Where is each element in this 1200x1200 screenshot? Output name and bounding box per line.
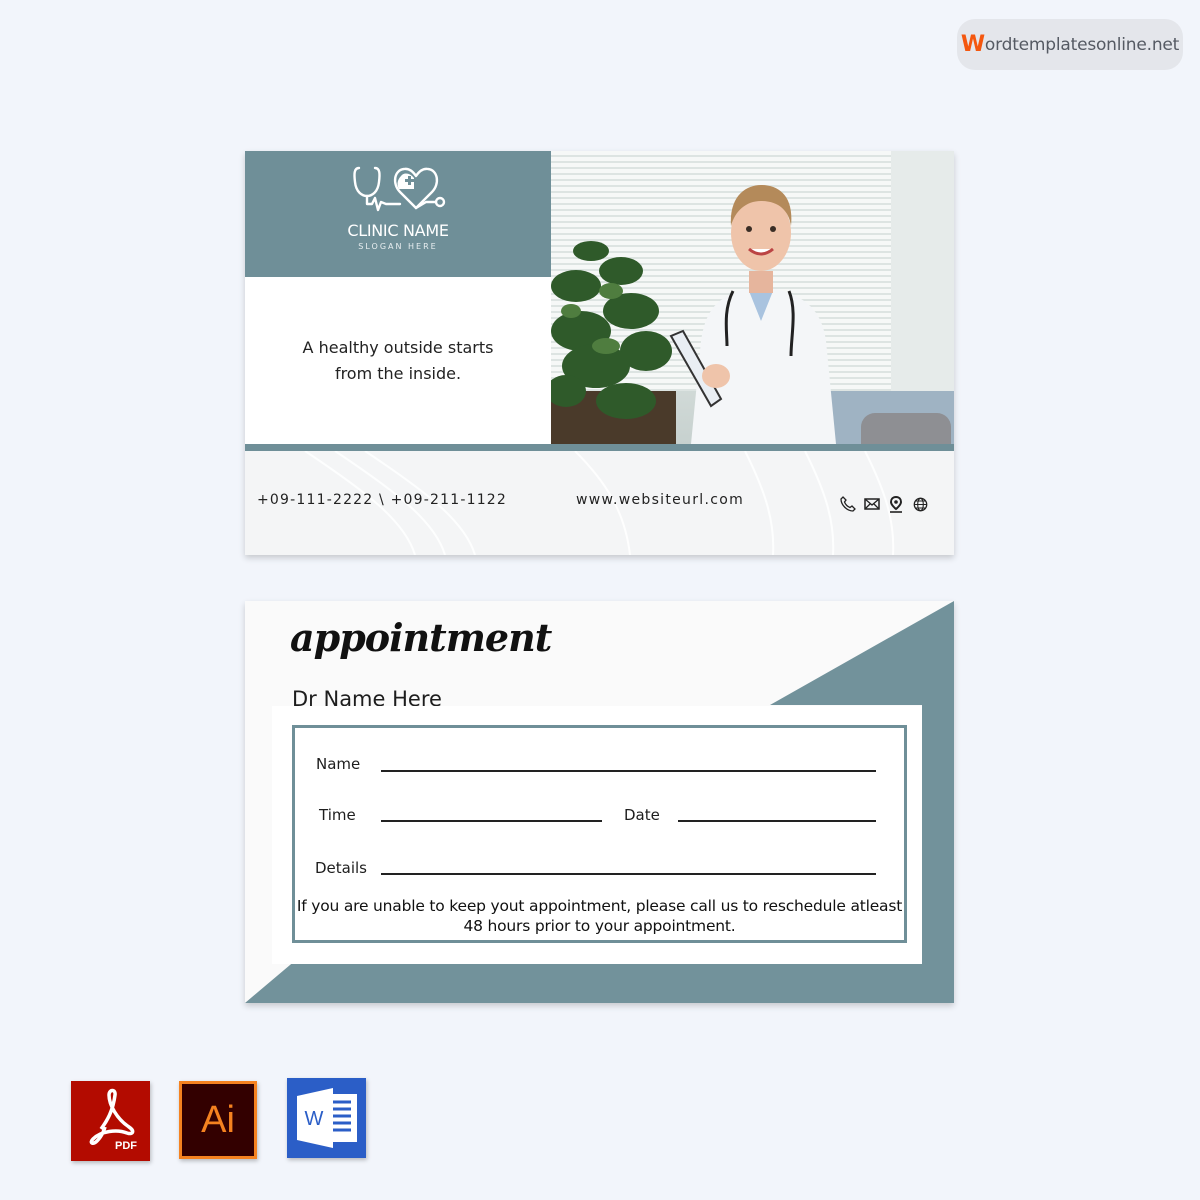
doctor-photo xyxy=(551,151,954,444)
name-input-line[interactable] xyxy=(381,770,876,772)
tagline-text: A healthy outside starts from the inside… xyxy=(302,337,494,383)
phone-numbers[interactable]: +09-111-2222 \ +09-211-1122 xyxy=(257,492,507,508)
date-label: Date xyxy=(624,806,660,824)
date-input-line[interactable] xyxy=(678,820,876,822)
name-label: Name xyxy=(316,755,361,773)
phone-icon[interactable] xyxy=(839,495,857,513)
globe-icon[interactable] xyxy=(911,495,929,513)
tagline-panel: A healthy outside starts from the inside… xyxy=(245,277,551,444)
ai-label: Ai xyxy=(201,1099,235,1141)
location-pin-icon[interactable] xyxy=(887,495,905,513)
pillow xyxy=(861,413,951,444)
logo-panel: CLINIC NAME SLOGAN HERE xyxy=(245,151,551,277)
pdf-format-icon[interactable]: PDF xyxy=(71,1081,150,1161)
contact-icons xyxy=(839,495,929,513)
appointment-title: appointment xyxy=(290,615,552,660)
stethoscope-heart-icon xyxy=(353,166,446,212)
accent-bar xyxy=(245,444,954,451)
details-label: Details xyxy=(315,859,368,877)
details-input-line[interactable] xyxy=(381,873,876,875)
wall xyxy=(891,151,954,391)
word-label: W xyxy=(305,1108,324,1130)
clinic-name: CLINIC NAME xyxy=(347,221,449,240)
back-card: appointment Dr Name Here Name Time Date … xyxy=(245,601,954,1003)
appointment-form: Name Time Date Details If you are unable… xyxy=(292,725,907,943)
contact-footer: +09-111-2222 \ +09-211-1122 www.websiteu… xyxy=(245,451,954,555)
time-input-line[interactable] xyxy=(381,820,602,822)
watermark-badge[interactable]: Wordtemplatesonline.net xyxy=(957,19,1183,70)
time-label: Time xyxy=(319,806,356,824)
front-card: CLINIC NAME SLOGAN HERE A healthy outsid… xyxy=(245,151,954,555)
website-url[interactable]: www.websiteurl.com xyxy=(576,492,744,508)
cancellation-notice: If you are unable to keep yout appointme… xyxy=(296,897,903,935)
clinic-slogan: SLOGAN HERE xyxy=(358,242,438,251)
word-format-icon[interactable]: W xyxy=(287,1078,366,1158)
mail-icon[interactable] xyxy=(863,495,881,513)
doctor-figure xyxy=(669,185,836,444)
pdf-label: PDF xyxy=(115,1140,137,1152)
watermark-initial: W xyxy=(960,32,985,57)
plant-image xyxy=(551,241,676,444)
illustrator-format-icon[interactable]: Ai xyxy=(179,1081,257,1159)
watermark-text: ordtemplatesonline.net xyxy=(984,34,1180,55)
